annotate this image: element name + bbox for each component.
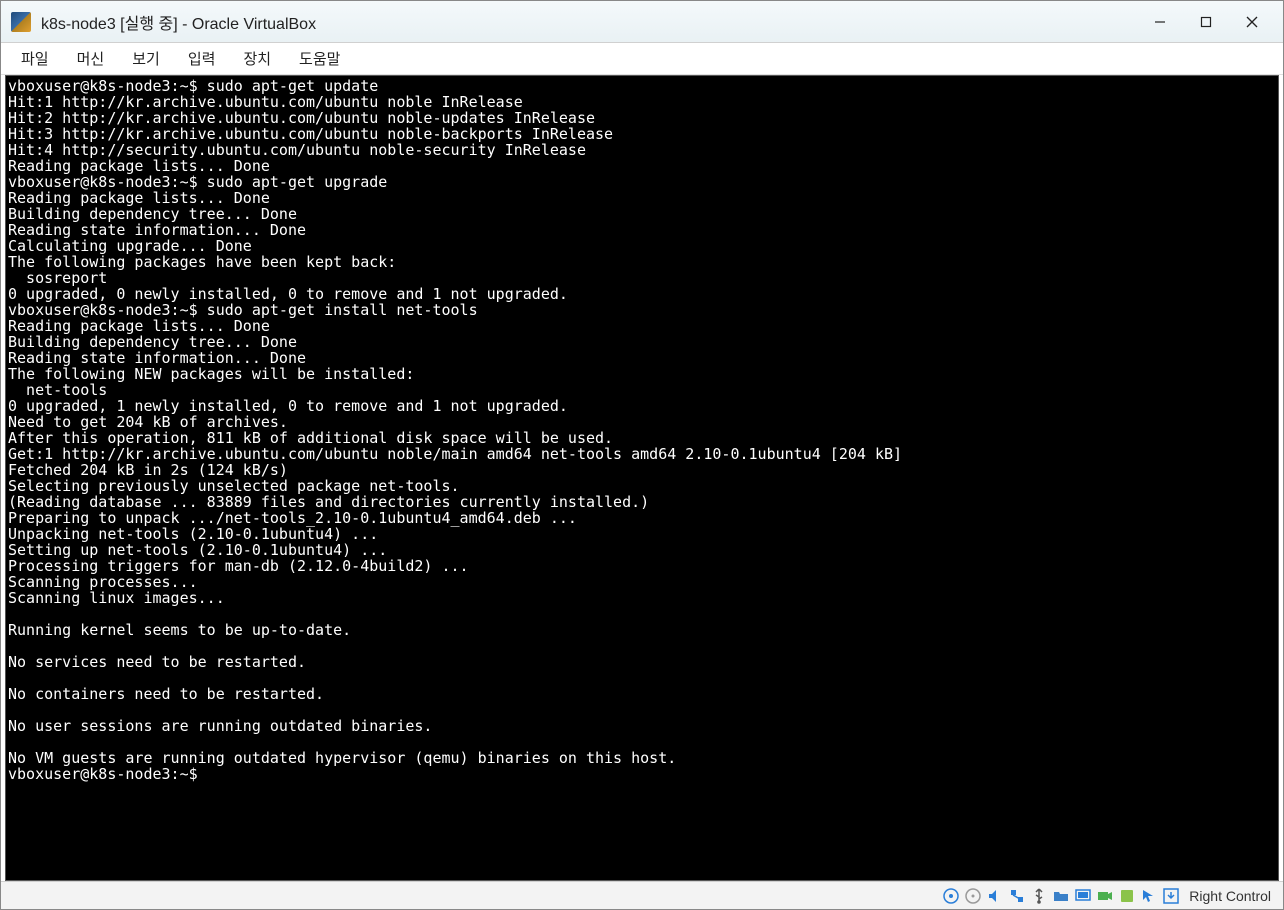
display-icon[interactable] <box>1073 886 1093 906</box>
host-key-label: Right Control <box>1189 888 1275 904</box>
audio-icon[interactable] <box>985 886 1005 906</box>
terminal-line: After this operation, 811 kB of addition… <box>8 430 1276 446</box>
terminal-line: Building dependency tree... Done <box>8 206 1276 222</box>
minimize-button[interactable] <box>1137 4 1183 40</box>
menubar: 파일 머신 보기 입력 장치 도움말 <box>1 43 1283 75</box>
app-icon <box>11 12 31 32</box>
recording-icon[interactable] <box>1095 886 1115 906</box>
virtualbox-window: k8s-node3 [실행 중] - Oracle VirtualBox 파일 … <box>0 0 1284 910</box>
terminal-line: The following NEW packages will be insta… <box>8 366 1276 382</box>
titlebar: k8s-node3 [실행 중] - Oracle VirtualBox <box>1 1 1283 43</box>
terminal-line: No VM guests are running outdated hyperv… <box>8 750 1276 766</box>
terminal-line: Running kernel seems to be up-to-date. <box>8 622 1276 638</box>
terminal-line: (Reading database ... 83889 files and di… <box>8 494 1276 510</box>
window-controls <box>1137 4 1275 40</box>
terminal-line: net-tools <box>8 382 1276 398</box>
menu-help[interactable]: 도움말 <box>287 44 352 73</box>
terminal-line <box>8 606 1276 622</box>
menu-devices[interactable]: 장치 <box>231 44 283 73</box>
terminal-line: No services need to be restarted. <box>8 654 1276 670</box>
terminal-line: Processing triggers for man-db (2.12.0-4… <box>8 558 1276 574</box>
close-button[interactable] <box>1229 4 1275 40</box>
hard-disk-icon[interactable] <box>941 886 961 906</box>
terminal-line: vboxuser@k8s-node3:~$ sudo apt-get insta… <box>8 302 1276 318</box>
terminal-line: Hit:4 http://security.ubuntu.com/ubuntu … <box>8 142 1276 158</box>
window-title: k8s-node3 [실행 중] - Oracle VirtualBox <box>41 10 1137 34</box>
terminal-line: Hit:1 http://kr.archive.ubuntu.com/ubunt… <box>8 94 1276 110</box>
terminal-line: Get:1 http://kr.archive.ubuntu.com/ubunt… <box>8 446 1276 462</box>
menu-machine[interactable]: 머신 <box>65 44 117 73</box>
terminal-line <box>8 670 1276 686</box>
terminal-line: vboxuser@k8s-node3:~$ sudo apt-get updat… <box>8 78 1276 94</box>
statusbar: Right Control <box>1 881 1283 909</box>
menu-input[interactable]: 입력 <box>176 44 228 73</box>
terminal-line: Unpacking net-tools (2.10-0.1ubuntu4) ..… <box>8 526 1276 542</box>
terminal-line: Fetched 204 kB in 2s (124 kB/s) <box>8 462 1276 478</box>
terminal-line: Scanning processes... <box>8 574 1276 590</box>
terminal-line: Scanning linux images... <box>8 590 1276 606</box>
terminal-line: Reading state information... Done <box>8 222 1276 238</box>
terminal-line: Calculating upgrade... Done <box>8 238 1276 254</box>
terminal-line: The following packages have been kept ba… <box>8 254 1276 270</box>
terminal-line: Building dependency tree... Done <box>8 334 1276 350</box>
terminal-line: Setting up net-tools (2.10-0.1ubuntu4) .… <box>8 542 1276 558</box>
terminal-line: Need to get 204 kB of archives. <box>8 414 1276 430</box>
shared-folders-icon[interactable] <box>1051 886 1071 906</box>
menu-file[interactable]: 파일 <box>9 44 61 73</box>
terminal-line: Reading state information... Done <box>8 350 1276 366</box>
terminal-line: 0 upgraded, 1 newly installed, 0 to remo… <box>8 398 1276 414</box>
terminal-line: Reading package lists... Done <box>8 158 1276 174</box>
terminal-line: No user sessions are running outdated bi… <box>8 718 1276 734</box>
terminal-line: vboxuser@k8s-node3:~$ sudo apt-get upgra… <box>8 174 1276 190</box>
guest-additions-icon[interactable] <box>1117 886 1137 906</box>
terminal-line <box>8 638 1276 654</box>
network-icon[interactable] <box>1007 886 1027 906</box>
terminal-line: 0 upgraded, 0 newly installed, 0 to remo… <box>8 286 1276 302</box>
terminal-line: vboxuser@k8s-node3:~$ <box>8 766 1276 782</box>
terminal-line: No containers need to be restarted. <box>8 686 1276 702</box>
terminal-line: Hit:2 http://kr.archive.ubuntu.com/ubunt… <box>8 110 1276 126</box>
menu-view[interactable]: 보기 <box>120 44 172 73</box>
keyboard-capture-icon[interactable] <box>1161 886 1181 906</box>
terminal-output[interactable]: vboxuser@k8s-node3:~$ sudo apt-get updat… <box>5 75 1279 881</box>
terminal-line <box>8 702 1276 718</box>
terminal-line: Selecting previously unselected package … <box>8 478 1276 494</box>
terminal-line: Reading package lists... Done <box>8 190 1276 206</box>
terminal-line <box>8 734 1276 750</box>
terminal-line: Preparing to unpack .../net-tools_2.10-0… <box>8 510 1276 526</box>
mouse-integration-icon[interactable] <box>1139 886 1159 906</box>
usb-icon[interactable] <box>1029 886 1049 906</box>
maximize-button[interactable] <box>1183 4 1229 40</box>
terminal-line: sosreport <box>8 270 1276 286</box>
terminal-line: Hit:3 http://kr.archive.ubuntu.com/ubunt… <box>8 126 1276 142</box>
terminal-line: Reading package lists... Done <box>8 318 1276 334</box>
optical-drive-icon[interactable] <box>963 886 983 906</box>
